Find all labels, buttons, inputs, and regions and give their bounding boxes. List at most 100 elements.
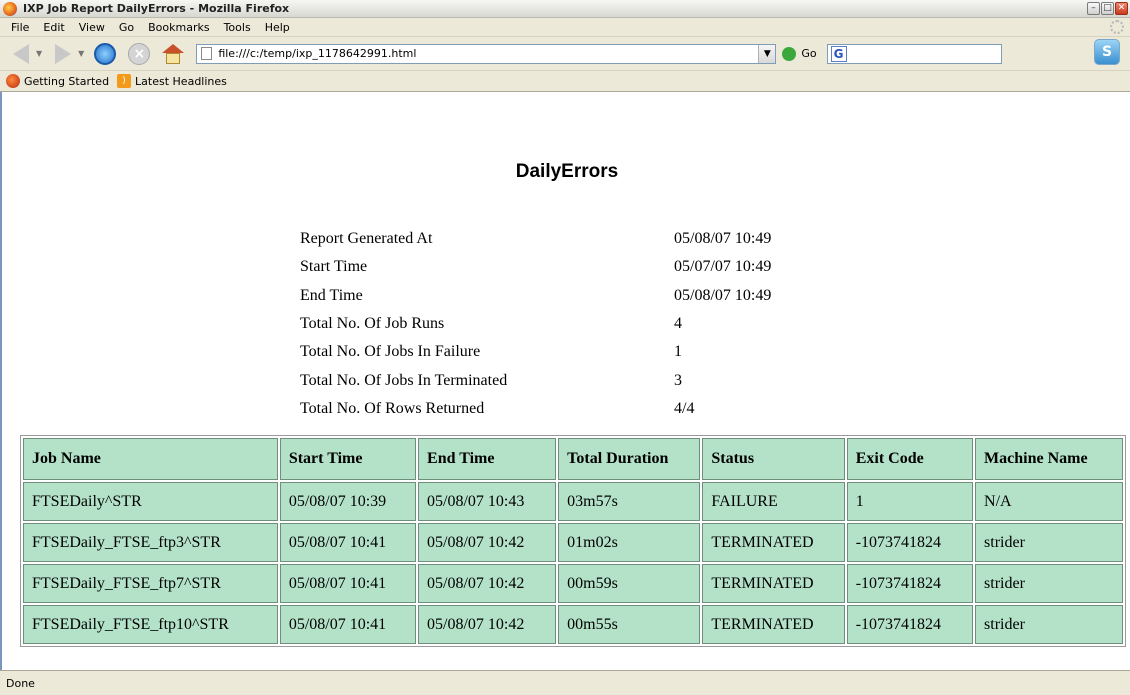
table-cell: 1 bbox=[846, 482, 974, 521]
rss-icon: ) bbox=[117, 74, 132, 88]
stop-button[interactable]: × bbox=[126, 41, 152, 67]
summary-value: 4/4 bbox=[674, 399, 695, 417]
summary-value: 05/08/07 10:49 bbox=[674, 230, 772, 248]
table-cell: TERMINATED bbox=[702, 523, 845, 562]
summary-row: End Time 05/08/07 10:49 bbox=[300, 282, 771, 310]
window-title-bar: IXP Job Report DailyErrors - Mozilla Fir… bbox=[0, 0, 1130, 18]
table-cell: FTSEDaily_FTSE_ftp7^STR bbox=[23, 564, 278, 603]
back-arrow-icon bbox=[13, 43, 29, 64]
table-cell: 05/08/07 10:41 bbox=[279, 564, 417, 603]
close-button[interactable]: ✕ bbox=[1115, 2, 1128, 15]
window-controls: – □ ✕ bbox=[1087, 2, 1128, 15]
summary-label: Total No. Of Job Runs bbox=[300, 315, 445, 333]
navigation-toolbar: ▼ ▼ × file:///c:/temp/ixp_1178642991.htm… bbox=[0, 36, 1130, 70]
table-cell: TERMINATED bbox=[702, 564, 845, 603]
home-button[interactable] bbox=[160, 41, 186, 67]
summary-label: Total No. Of Jobs In Failure bbox=[300, 343, 481, 361]
summary-row: Total No. Of Jobs In Terminated 3 bbox=[300, 366, 771, 394]
go-button[interactable]: Go bbox=[801, 47, 816, 60]
table-cell: -1073741824 bbox=[846, 564, 974, 603]
menu-bookmarks[interactable]: Bookmarks bbox=[141, 21, 216, 34]
column-header: End Time bbox=[418, 438, 557, 480]
forward-button[interactable] bbox=[50, 41, 76, 67]
table-cell: FTSEDaily_FTSE_ftp3^STR bbox=[23, 523, 278, 562]
report-summary: Report Generated At 05/08/07 10:49 Start… bbox=[300, 225, 771, 423]
table-row: FTSEDaily_FTSE_ftp7^STR 05/08/07 10:41 0… bbox=[23, 564, 1123, 603]
bookmark-latest-headlines[interactable]: ) Latest Headlines bbox=[117, 74, 227, 88]
bookmark-label: Latest Headlines bbox=[135, 74, 227, 88]
table-cell: FTSEDaily^STR bbox=[23, 482, 278, 521]
google-search-engine-icon[interactable]: G bbox=[830, 45, 847, 62]
table-cell: strider bbox=[975, 523, 1123, 562]
table-cell: strider bbox=[975, 564, 1123, 603]
summary-label: Total No. Of Jobs In Terminated bbox=[300, 371, 508, 389]
table-cell: N/A bbox=[975, 482, 1123, 521]
firefox-bookmark-icon bbox=[6, 74, 20, 88]
menu-help[interactable]: Help bbox=[258, 21, 297, 34]
summary-label: Total No. Of Rows Returned bbox=[300, 399, 485, 417]
table-cell: TERMINATED bbox=[702, 605, 845, 644]
table-cell: 05/08/07 10:42 bbox=[418, 523, 557, 562]
reload-button[interactable] bbox=[92, 41, 118, 67]
summary-row: Total No. Of Rows Returned 4/4 bbox=[300, 395, 771, 423]
table-cell: 05/08/07 10:43 bbox=[418, 482, 557, 521]
bookmark-label: Getting Started bbox=[24, 74, 110, 88]
skype-icon[interactable]: S bbox=[1094, 39, 1120, 65]
forward-history-dropdown-icon[interactable]: ▼ bbox=[78, 49, 84, 58]
column-header: Status bbox=[702, 438, 845, 480]
table-cell: 05/08/07 10:42 bbox=[418, 564, 557, 603]
status-text: Done bbox=[6, 676, 35, 690]
back-history-dropdown-icon[interactable]: ▼ bbox=[36, 49, 42, 58]
summary-value: 4 bbox=[674, 315, 682, 333]
table-cell: strider bbox=[975, 605, 1123, 644]
menu-bar: File Edit View Go Bookmarks Tools Help bbox=[0, 18, 1130, 36]
table-cell: 05/08/07 10:41 bbox=[279, 523, 417, 562]
window-title: IXP Job Report DailyErrors - Mozilla Fir… bbox=[23, 2, 290, 15]
table-cell: 05/08/07 10:39 bbox=[279, 482, 417, 521]
go-icon[interactable] bbox=[782, 46, 797, 61]
summary-row: Total No. Of Jobs In Failure 1 bbox=[300, 338, 771, 366]
summary-value: 1 bbox=[674, 343, 682, 361]
stop-icon: × bbox=[128, 42, 151, 65]
menu-file[interactable]: File bbox=[4, 21, 36, 34]
search-box[interactable]: G bbox=[826, 43, 1002, 64]
address-dropdown-icon[interactable]: ▼ bbox=[758, 44, 776, 63]
menu-view[interactable]: View bbox=[72, 21, 112, 34]
address-bar[interactable]: file:///c:/temp/ixp_1178642991.html ▼ bbox=[196, 43, 777, 64]
column-header: Exit Code bbox=[846, 438, 974, 480]
address-input[interactable]: file:///c:/temp/ixp_1178642991.html bbox=[218, 47, 416, 60]
table-cell: 03m57s bbox=[558, 482, 701, 521]
column-header: Machine Name bbox=[975, 438, 1123, 480]
table-cell: FAILURE bbox=[702, 482, 845, 521]
column-header: Job Name bbox=[23, 438, 278, 480]
bookmark-getting-started[interactable]: Getting Started bbox=[6, 74, 109, 88]
page-icon bbox=[201, 47, 213, 60]
status-bar: Done bbox=[0, 670, 1130, 695]
summary-label: End Time bbox=[300, 286, 363, 304]
minimize-button[interactable]: – bbox=[1087, 2, 1100, 15]
table-cell: -1073741824 bbox=[846, 605, 974, 644]
table-row: FTSEDaily_FTSE_ftp10^STR 05/08/07 10:41 … bbox=[23, 605, 1123, 644]
summary-row: Total No. Of Job Runs 4 bbox=[300, 310, 771, 338]
table-cell: FTSEDaily_FTSE_ftp10^STR bbox=[23, 605, 278, 644]
maximize-button[interactable]: □ bbox=[1101, 2, 1114, 15]
summary-label: Report Generated At bbox=[300, 230, 433, 248]
jobs-table: Job Name Start Time End Time Total Durat… bbox=[20, 435, 1126, 647]
home-icon bbox=[162, 43, 185, 64]
back-button[interactable] bbox=[8, 41, 34, 67]
summary-label: Start Time bbox=[300, 258, 368, 276]
report-title: DailyErrors bbox=[515, 161, 619, 182]
column-header: Start Time bbox=[279, 438, 417, 480]
table-row: FTSEDaily^STR 05/08/07 10:39 05/08/07 10… bbox=[23, 482, 1123, 521]
summary-value: 05/08/07 10:49 bbox=[674, 286, 772, 304]
reload-icon bbox=[94, 42, 117, 65]
menu-go[interactable]: Go bbox=[112, 21, 141, 34]
table-cell: -1073741824 bbox=[846, 523, 974, 562]
table-cell: 00m55s bbox=[558, 605, 701, 644]
menu-edit[interactable]: Edit bbox=[36, 21, 71, 34]
table-cell: 05/08/07 10:41 bbox=[279, 605, 417, 644]
summary-value: 05/07/07 10:49 bbox=[674, 258, 772, 276]
summary-row: Start Time 05/07/07 10:49 bbox=[300, 253, 771, 281]
menu-tools[interactable]: Tools bbox=[217, 21, 258, 34]
column-header: Total Duration bbox=[558, 438, 701, 480]
